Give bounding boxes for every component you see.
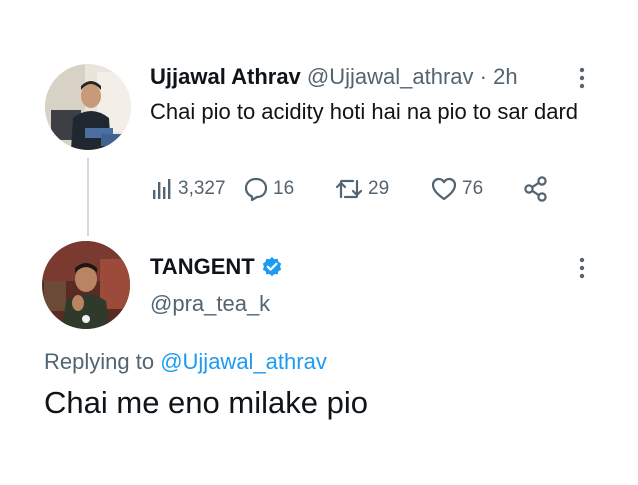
reply-author-handle[interactable]: @pra_tea_k	[150, 291, 270, 317]
retweet-count: 29	[368, 178, 390, 199]
more-icon[interactable]	[579, 257, 585, 279]
replying-to-mention-link[interactable]: @Ujjawal_athrav	[160, 349, 327, 374]
reply-author-name-row: TANGENT	[150, 254, 283, 280]
views-count: 3,327	[178, 178, 226, 199]
reply-count: 16	[273, 178, 295, 199]
like-button[interactable]: 76	[430, 175, 483, 203]
author-name[interactable]: Ujjawal Athrav	[150, 64, 301, 89]
reply-button[interactable]: 16	[243, 175, 294, 203]
retweet-icon	[335, 179, 363, 199]
author-handle[interactable]: @Ujjawal_athrav	[307, 64, 474, 89]
views-icon	[153, 179, 171, 199]
retweet-button[interactable]: 29	[334, 175, 389, 203]
parent-tweet-text: Chai pio to acidity hoti hai na pio to s…	[150, 99, 579, 124]
reply-tweet-text: Chai me eno milake pio	[44, 385, 368, 420]
like-icon	[431, 177, 457, 201]
like-count: 76	[462, 178, 484, 199]
thread-connector-line	[87, 158, 89, 236]
parent-tweet-header: Ujjawal Athrav @Ujjawal_athrav · 2h	[150, 64, 518, 90]
tweet-timestamp[interactable]: 2h	[493, 64, 517, 89]
avatar-tangent[interactable]	[42, 241, 130, 329]
avatar-ujjawal[interactable]	[45, 64, 131, 150]
verified-badge-icon	[262, 257, 281, 277]
reply-author-name[interactable]: TANGENT	[150, 254, 255, 280]
reply-icon	[244, 177, 268, 202]
share-button[interactable]	[522, 175, 554, 203]
share-icon	[524, 176, 547, 202]
replying-to-line: Replying to @Ujjawal_athrav	[44, 349, 327, 375]
replying-to-label: Replying to	[44, 349, 155, 374]
header-separator: ·	[479, 64, 487, 89]
views-button[interactable]: 3,327	[150, 175, 226, 203]
more-icon[interactable]	[579, 67, 585, 89]
